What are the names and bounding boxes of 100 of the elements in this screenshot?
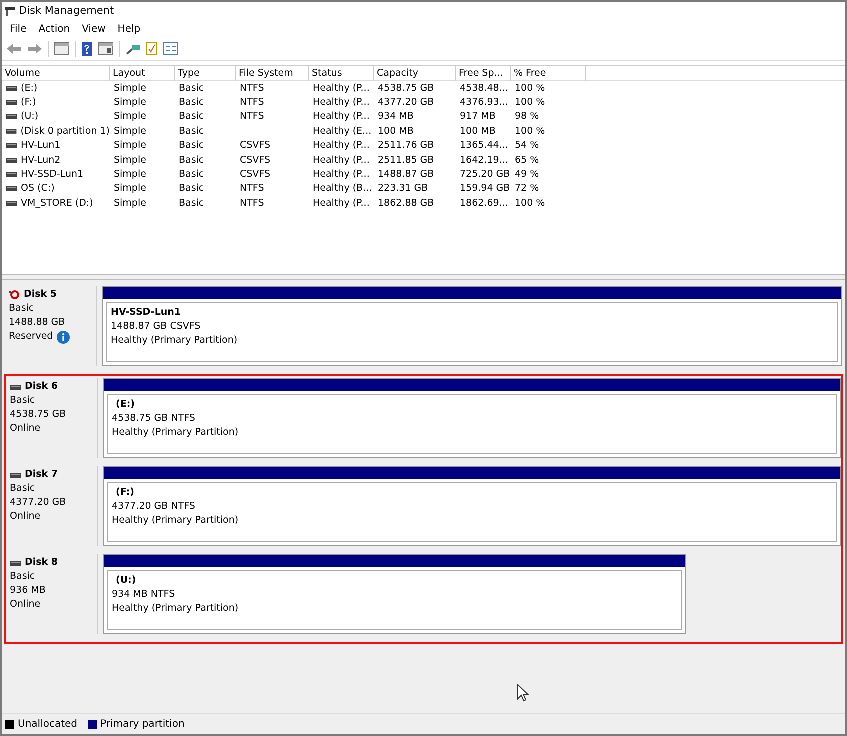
disk-size: 936 MB <box>10 584 47 598</box>
table-cell-text: Simple <box>113 196 148 211</box>
table-cell-text: Simple <box>113 110 148 124</box>
table-cell-text: Basic <box>178 168 206 182</box>
table-cell-text: 98 % <box>514 110 540 124</box>
properties-icon[interactable] <box>163 42 179 56</box>
panel-icon[interactable] <box>98 42 114 56</box>
table-cell: (Disk 0 partition 1) <box>2 124 110 139</box>
table-cell-text: 2511.85 GB <box>377 154 436 168</box>
disk-size: 1488.88 GB <box>9 316 66 330</box>
column-header[interactable]: File System <box>236 66 309 81</box>
table-cell-text: 1488.87 GB <box>377 168 436 182</box>
column-header[interactable]: Type <box>175 66 236 81</box>
table-cell-text: Basic <box>178 82 206 96</box>
table-cell: OS (C:) <box>2 182 110 196</box>
menu-item[interactable]: View <box>76 22 112 36</box>
disk-status: Online <box>10 510 41 524</box>
legend-label: Unallocated <box>18 718 78 730</box>
partition-label: HV-SSD-Lun1 <box>111 306 182 320</box>
table-cell-text: Simple <box>113 96 148 110</box>
menu-item[interactable]: Help <box>112 22 147 36</box>
forward-arrow-icon[interactable] <box>27 42 43 56</box>
disk-type: Basic <box>10 482 36 496</box>
table-cell-text: Healthy (P... <box>312 154 371 168</box>
table-cell-text: NTFS <box>239 110 266 124</box>
table-cell-text: Basic <box>178 154 206 168</box>
column-header[interactable]: Status <box>309 66 374 81</box>
table-cell-text: Simple <box>113 139 148 153</box>
table-cell-text: Basic <box>178 196 206 211</box>
table-cell-text: Basic <box>178 96 206 110</box>
column-header[interactable]: Capacity <box>374 66 456 81</box>
table-cell-text: 2511.76 GB <box>377 139 436 153</box>
info-icon <box>57 330 70 344</box>
connect-icon[interactable] <box>125 42 141 56</box>
table-cell-text: 72 % <box>514 182 540 196</box>
drive-icon <box>6 100 17 106</box>
partition-label: (U:) <box>115 574 138 588</box>
column-header[interactable]: Layout <box>110 66 175 81</box>
table-cell-text: 1365.44... <box>459 139 510 153</box>
table-cell-text: 100 % <box>514 96 546 110</box>
help-icon[interactable] <box>81 42 93 56</box>
disk-name: Disk 7 <box>10 468 93 482</box>
table-cell-text: NTFS <box>239 96 266 110</box>
table-cell-text: 100 % <box>514 196 546 211</box>
table-cell-text: NTFS <box>239 182 266 196</box>
drive-icon <box>6 186 17 192</box>
table-cell-text: 4376.93... <box>459 96 510 110</box>
table-cell-text: Simple <box>113 154 148 168</box>
panel-icon[interactable] <box>54 42 70 56</box>
table-cell: HV-Lun2 <box>2 152 110 168</box>
table-cell-text: Healthy (B... <box>312 182 374 196</box>
table-cell-text: 159.94 GB <box>459 182 511 196</box>
partition-block[interactable]: HV-SSD-Lun1 1488.87 GB CSVFS Healthy (Primary Partition) <box>102 286 842 366</box>
menu-item[interactable]: Action <box>32 22 76 36</box>
table-cell-text: Simple <box>113 124 148 139</box>
drive-icon <box>6 143 17 148</box>
table-cell: (E:) <box>2 81 110 96</box>
partition-size: 934 MB NTFS <box>112 588 176 602</box>
column-header[interactable]: Free Sp... <box>456 66 511 81</box>
table-cell-text: Healthy (P... <box>312 82 371 96</box>
partition-size: 4538.75 GB NTFS <box>112 412 196 426</box>
legend-label: Primary partition <box>100 718 185 730</box>
table-cell-text: NTFS <box>239 196 266 211</box>
partition-size: 4377.20 GB NTFS <box>112 500 196 514</box>
table-cell: HV-Lun1 <box>2 138 110 153</box>
table-cell-text: Simple <box>113 168 148 182</box>
table-cell-text: CSVFS <box>239 154 272 168</box>
menu-item[interactable]: File <box>4 22 33 36</box>
disk-status: Online <box>10 598 41 612</box>
table-cell-text: CSVFS <box>239 168 272 182</box>
table-cell-text: 100 % <box>514 82 546 96</box>
drive-icon <box>6 158 17 163</box>
disk-type: Basic <box>9 302 36 316</box>
disk-size: 4538.75 GB <box>10 408 68 422</box>
back-arrow-icon[interactable] <box>6 42 22 56</box>
table-cell-text: 1862.88 GB <box>377 196 436 211</box>
table-cell: HV-SSD-Lun1 <box>2 167 110 182</box>
partition-block[interactable]: (U:) 934 MB NTFS Healthy (Primary Partition) <box>103 554 686 634</box>
column-header[interactable]: Volume <box>2 66 110 81</box>
table-cell-text: 100 MB <box>459 124 497 139</box>
table-cell-text: Healthy (P... <box>312 196 371 211</box>
table-cell-text: 725.20 GB <box>459 168 511 182</box>
table-cell-text: 1642.19... <box>459 154 510 168</box>
drive-icon <box>6 114 17 120</box>
table-cell-text: 917 MB <box>459 110 497 124</box>
partition-health: Healthy (Primary Partition) <box>112 514 240 528</box>
table-cell-text: 934 MB <box>377 110 415 124</box>
table-cell: VM_STORE (D:) <box>2 196 110 211</box>
checklist-icon[interactable] <box>146 42 158 56</box>
drive-icon <box>6 128 17 134</box>
partition-block[interactable]: (F:) 4377.20 GB NTFS Healthy (Primary Partition) <box>103 466 841 546</box>
column-header[interactable]: % Free <box>511 66 586 81</box>
table-cell: (U:) <box>2 110 110 124</box>
table-cell-text: NTFS <box>239 82 266 96</box>
drive-icon <box>6 86 17 91</box>
table-cell-text: 49 % <box>514 168 540 182</box>
disk-status: Reserved <box>9 330 54 344</box>
partition-block[interactable]: (E:) 4538.75 GB NTFS Healthy (Primary Partition) <box>103 378 841 458</box>
table-cell-text: Basic <box>178 110 206 124</box>
disk-type: Basic <box>10 394 36 408</box>
